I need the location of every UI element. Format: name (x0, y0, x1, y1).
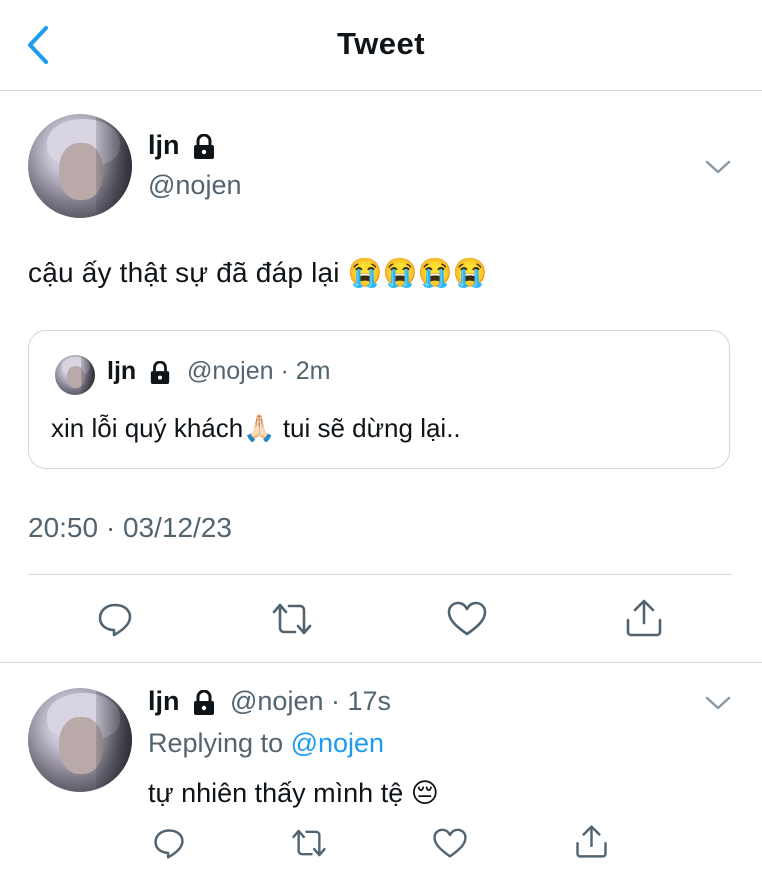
reply-handle-time[interactable]: @nojen · 17s (230, 686, 391, 717)
reply-author-name[interactable]: ljn (148, 686, 180, 717)
tweet-text: cậu ấy thật sự đã đáp lại 😭😭😭😭 (28, 257, 488, 288)
page-title: Tweet (336, 26, 426, 61)
tweet-timestamp[interactable]: 20:50 · 03/12/23 (28, 512, 232, 544)
share-icon[interactable] (574, 824, 609, 859)
replying-to: Replying to @nojen (148, 728, 384, 759)
lock-icon (194, 134, 214, 159)
quote-text: xin lỗi quý khách🙏🏻 tui sẽ dừng lại.. (51, 413, 461, 443)
lock-icon (194, 690, 214, 715)
replying-to-handle[interactable]: @nojen (291, 728, 384, 758)
reply-icon[interactable] (152, 826, 186, 860)
quote-handle-time: @nojen · 2m (187, 357, 331, 385)
divider (28, 574, 732, 575)
avatar[interactable] (28, 114, 132, 218)
quoted-tweet[interactable]: ljn @nojen · 2m xin lỗi quý khách🙏🏻 tui … (28, 330, 730, 469)
quote-author-name: ljn (107, 357, 137, 385)
quote-avatar (55, 355, 95, 395)
reply-avatar[interactable] (28, 688, 132, 792)
replying-to-label: Replying to (148, 728, 291, 758)
author-name[interactable]: ljn (148, 130, 180, 161)
chevron-down-icon[interactable] (704, 694, 732, 712)
reply-icon[interactable] (96, 600, 134, 638)
like-icon[interactable] (432, 828, 468, 859)
divider (0, 662, 762, 663)
share-icon[interactable] (624, 598, 664, 638)
chevron-down-icon[interactable] (704, 158, 732, 176)
lock-icon (150, 361, 170, 384)
reply-text: tự nhiên thấy mình tệ 😔 (148, 778, 439, 808)
like-icon[interactable] (446, 601, 488, 637)
retweet-icon[interactable] (290, 826, 328, 860)
retweet-icon[interactable] (270, 600, 314, 638)
author-handle[interactable]: @nojen (148, 170, 241, 201)
navigation-bar: Tweet (0, 0, 762, 91)
